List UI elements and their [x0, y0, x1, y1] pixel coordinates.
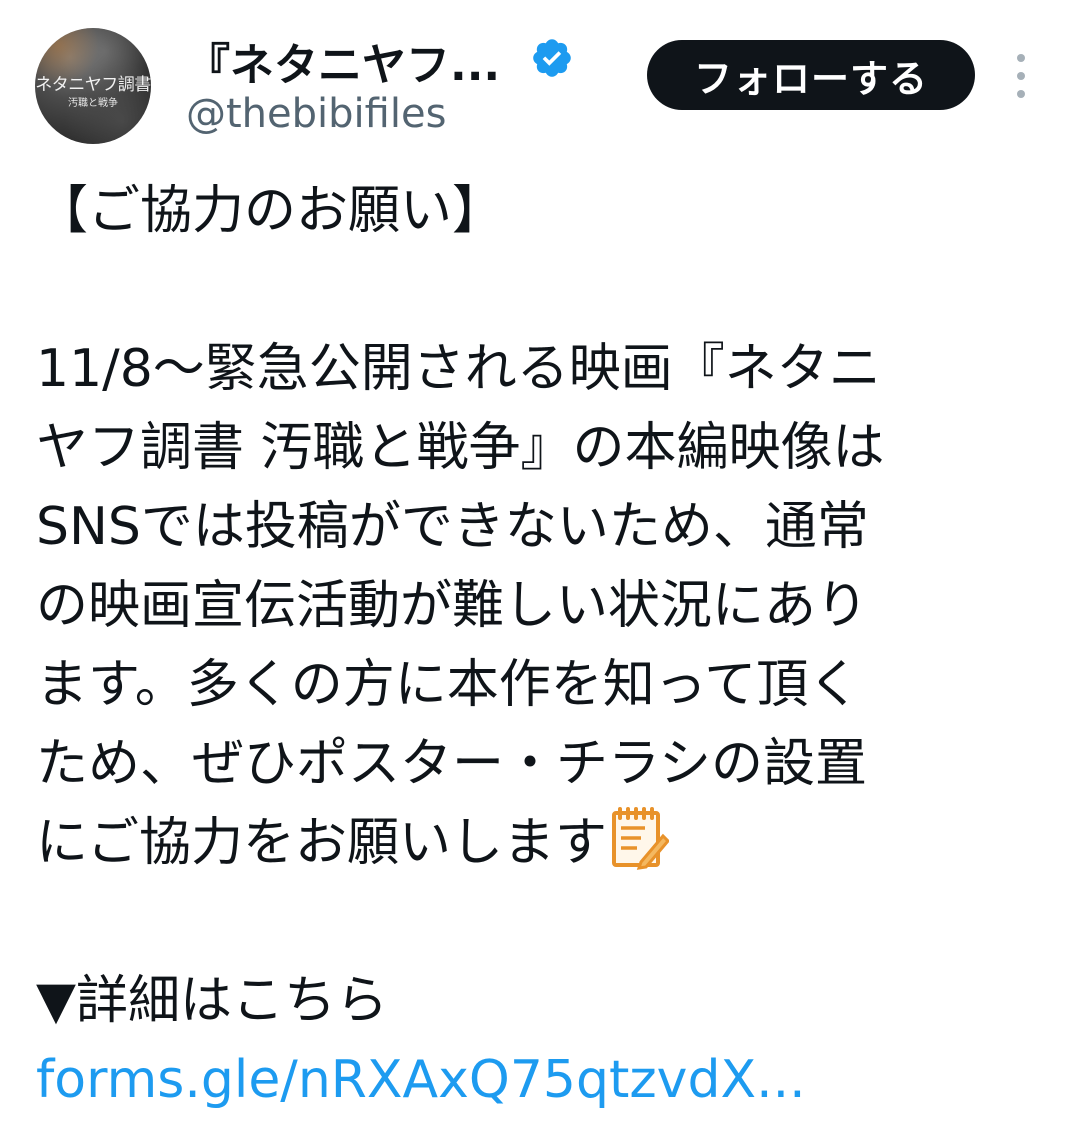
tweet-line-last: にご協力をお願いします [36, 804, 1046, 883]
tweet-line: の映画宣伝活動が難しい状況にあり [36, 576, 869, 636]
tweet-line: ます。多くの方に本作を知って頂く [36, 655, 861, 715]
avatar[interactable]: ネタニヤフ調書 汚職と戦争 [35, 28, 151, 144]
tweet-heading: 【ご協力のお願い】 [36, 181, 505, 241]
tweet-text: 【ご協力のお願い】 11/8～緊急公開される映画『ネタニ ヤフ調書 汚職と戦争』… [36, 172, 1046, 1120]
tweet-line: ヤフ調書 汚職と戦争』の本編映像は [36, 418, 885, 478]
memo-icon [611, 807, 669, 870]
more-dot [1017, 90, 1025, 98]
user-handle[interactable]: @thebibifiles [186, 90, 446, 138]
form-link[interactable]: forms.gle/nRXAxQ75qtzvdX... [36, 1041, 1046, 1120]
details-label: ▼詳細はこちら [36, 971, 388, 1031]
verified-badge-icon [533, 39, 571, 77]
display-name[interactable]: 『ネタニヤフ... [186, 40, 500, 92]
tweet-line: 11/8～緊急公開される映画『ネタニ [36, 339, 881, 399]
more-dot [1017, 54, 1025, 62]
tweet-line: SNSでは投稿ができないため、通常 [36, 497, 869, 557]
tweet-line: ため、ぜひポスター・チラシの設置 [36, 734, 867, 794]
tweet-line-text: にご協力をお願いします [36, 813, 607, 873]
follow-button[interactable]: フォローする [647, 40, 975, 110]
more-dot [1017, 72, 1025, 80]
avatar-logo-title: ネタニヤフ調書 [35, 75, 151, 95]
avatar-logo-subtitle: 汚職と戦争 [68, 98, 118, 109]
more-options-icon[interactable] [1008, 54, 1034, 98]
